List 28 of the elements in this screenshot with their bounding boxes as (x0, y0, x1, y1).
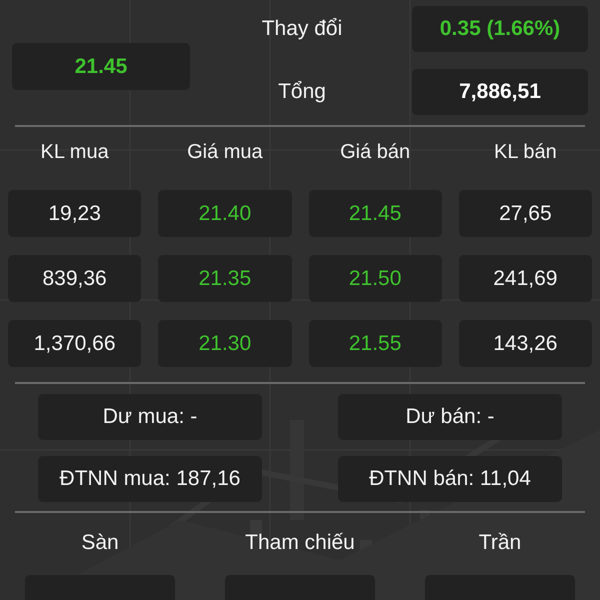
table-cell: 839,36 (8, 255, 142, 302)
table-cell: 21.45 (308, 190, 442, 237)
column-header: Giá mua (186, 140, 264, 164)
table-cell: 21.40 (158, 190, 292, 237)
table-cell: 21.50 (308, 255, 442, 302)
total-label: Tổng (278, 79, 326, 105)
table-cell: 19,23 (8, 190, 142, 237)
table-cell: 21.35 (158, 255, 292, 302)
stat-field: ĐTNN bán: 11,04 (338, 456, 562, 502)
last-price: 21.45 (12, 43, 190, 90)
column-header: Sàn (81, 531, 119, 555)
stat-field: ĐTNN mua: 187,16 (38, 456, 262, 502)
table-cell: 1,370,66 (8, 320, 142, 367)
change-label: Thay đổi (262, 16, 342, 42)
table-cell: 27,65 (458, 190, 592, 237)
column-header: KL mua (40, 140, 110, 164)
column-header: Trần (478, 531, 522, 555)
table-cell: 143,26 (458, 320, 592, 367)
column-header: KL bán (493, 140, 558, 164)
column-header: Giá bán (339, 140, 412, 164)
stat-field: Dư mua: - (38, 394, 262, 440)
table-cell: 21.30 (158, 320, 292, 367)
change-value: 0.35 (1.66%) (412, 6, 588, 52)
total-value: 7,886,51 (412, 69, 588, 115)
table-cell: 241,69 (458, 255, 592, 302)
column-header: Tham chiếu (245, 531, 355, 555)
table-cell: 21.55 (308, 320, 442, 367)
stat-field: Dư bán: - (338, 394, 562, 440)
